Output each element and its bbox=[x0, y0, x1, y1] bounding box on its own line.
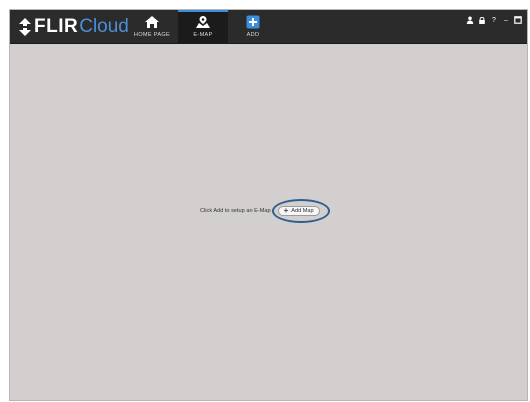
nav-home-page-label: HOME PAGE bbox=[133, 32, 171, 38]
add-map-wrapper: + Add Map bbox=[271, 199, 330, 223]
map-pin-icon bbox=[196, 16, 210, 28]
nav-add[interactable]: ADD bbox=[228, 10, 278, 44]
top-bar: FLIR Cloud HOME PAGE E-MAP ADD ? – bbox=[10, 10, 527, 44]
plus-icon: + bbox=[283, 206, 289, 215]
nav-e-map[interactable]: E-MAP bbox=[178, 10, 228, 44]
main-nav: HOME PAGE E-MAP ADD bbox=[126, 10, 278, 44]
home-icon bbox=[145, 16, 159, 28]
emap-setup-prompt: Click Add to setup an E-Map bbox=[200, 208, 271, 214]
lock-icon[interactable] bbox=[477, 15, 487, 25]
emap-empty-state: Click Add to setup an E-Map + Add Map bbox=[200, 199, 330, 223]
help-icon[interactable]: ? bbox=[489, 15, 499, 25]
add-map-label: Add Map bbox=[291, 208, 314, 214]
plus-square-icon bbox=[246, 15, 260, 29]
nav-home-page[interactable]: HOME PAGE bbox=[126, 10, 178, 44]
window-controls: ? – bbox=[463, 15, 523, 25]
emap-content-area: Click Add to setup an E-Map + Add Map bbox=[10, 44, 527, 400]
nav-e-map-label: E-MAP bbox=[193, 32, 213, 38]
maximize-icon[interactable] bbox=[513, 15, 523, 25]
logo-text-flir: FLIR bbox=[34, 16, 79, 37]
flir-cloud-logo: FLIR Cloud bbox=[18, 16, 129, 38]
flir-logo-icon bbox=[19, 18, 31, 36]
minimize-icon[interactable]: – bbox=[501, 15, 511, 25]
user-icon[interactable] bbox=[465, 15, 475, 25]
app-window: FLIR Cloud HOME PAGE E-MAP ADD ? – Click… bbox=[9, 9, 528, 401]
logo-text-cloud: Cloud bbox=[79, 16, 129, 37]
add-map-button[interactable]: + Add Map bbox=[277, 206, 320, 216]
nav-add-label: ADD bbox=[246, 32, 260, 38]
